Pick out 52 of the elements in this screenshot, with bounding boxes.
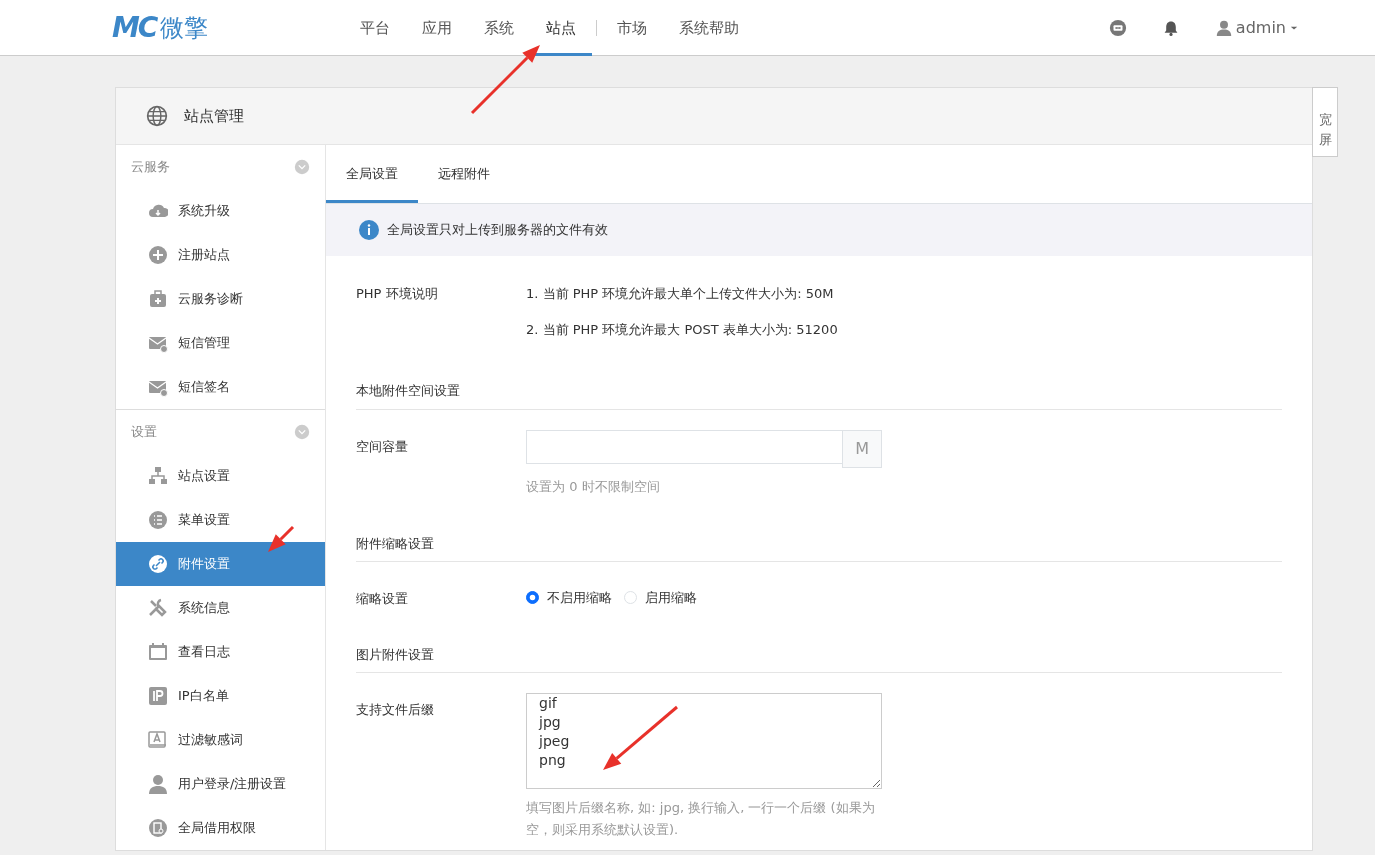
wide-screen-toggle[interactable]: 宽屏 [1312, 87, 1338, 157]
sidebar-group-title: 设置 [131, 423, 157, 442]
radio-label: 不启用缩略 [547, 589, 612, 607]
sidebar-item[interactable]: 全局借用权限 [116, 806, 325, 850]
panel-title: 站点管理 [184, 105, 244, 127]
globe-icon [146, 105, 168, 127]
radio-button[interactable] [526, 591, 539, 605]
notice-text: 全局设置只对上传到服务器的文件有效 [387, 221, 608, 240]
info-icon [359, 220, 379, 240]
sidebar-item[interactable]: 附件设置 [116, 542, 325, 586]
radio-label: 启用缩略 [645, 589, 697, 607]
info-text: 1. 当前 PHP 环境允许最大单个上传文件大小为: 50M [526, 285, 835, 303]
annotation-arrow [268, 525, 295, 552]
sidebar-item[interactable]: 菜单设置 [116, 498, 325, 542]
section-title: 本地附件空间设置 [356, 383, 460, 398]
capacity-input[interactable] [526, 429, 844, 464]
sidebar-item[interactable]: 系统信息 [116, 586, 325, 630]
user-icon [1215, 18, 1232, 37]
sidebar-item[interactable]: 注册站点 [116, 233, 325, 277]
section-title: 附件缩略设置 [356, 535, 434, 551]
field-label: 支持文件后缀 [356, 701, 435, 719]
collapse-icon [294, 159, 310, 175]
annotation-arrow [470, 45, 540, 115]
field-label: PHP 环境说明 [356, 285, 439, 303]
nav-tab[interactable]: 应用 [406, 0, 468, 56]
collapse-icon [294, 424, 310, 440]
logo-text: 微擎 [160, 12, 209, 44]
unit-label: M [842, 429, 882, 468]
tab[interactable]: 远程附件 [418, 145, 510, 203]
sidebar-item[interactable]: 云服务诊断 [116, 277, 325, 321]
logo-mark: MC [112, 9, 157, 46]
sidebar-item[interactable]: 用户登录/注册设置 [116, 762, 325, 806]
sidebar-item[interactable]: 系统升级 [116, 189, 325, 233]
help-text: 设置为 0 时不限制空间 [526, 477, 661, 496]
sidebar-group-title: 云服务 [131, 158, 170, 177]
field-label: 缩略设置 [356, 590, 409, 608]
sidebar-item[interactable]: 站点设置 [116, 454, 325, 498]
info-text: 2. 当前 PHP 环境允许最大 POST 表单大小为: 51200 [526, 320, 838, 339]
section-title: 图片附件设置 [356, 646, 434, 662]
extensions-textarea[interactable]: gif jpg jpeg png [526, 693, 882, 789]
chat-icon [1108, 18, 1127, 37]
user-menu[interactable]: admin [1214, 14, 1299, 41]
nav-tab[interactable]: 市场 [601, 0, 663, 56]
nav-tab[interactable]: 系统帮助 [663, 0, 755, 56]
nav-tab[interactable]: 系统 [468, 0, 530, 56]
sidebar-item[interactable]: 查看日志 [116, 630, 325, 674]
sidebar-item[interactable]: 短信管理 [116, 321, 325, 365]
nav-tab[interactable]: 平台 [344, 0, 406, 56]
sidebar-item[interactable]: 短信签名 [116, 365, 325, 409]
sidebar-item[interactable]: IP白名单 [116, 674, 325, 718]
sidebar-item[interactable]: 过滤敏感词 [116, 718, 325, 762]
field-label: 空间容量 [356, 437, 409, 456]
